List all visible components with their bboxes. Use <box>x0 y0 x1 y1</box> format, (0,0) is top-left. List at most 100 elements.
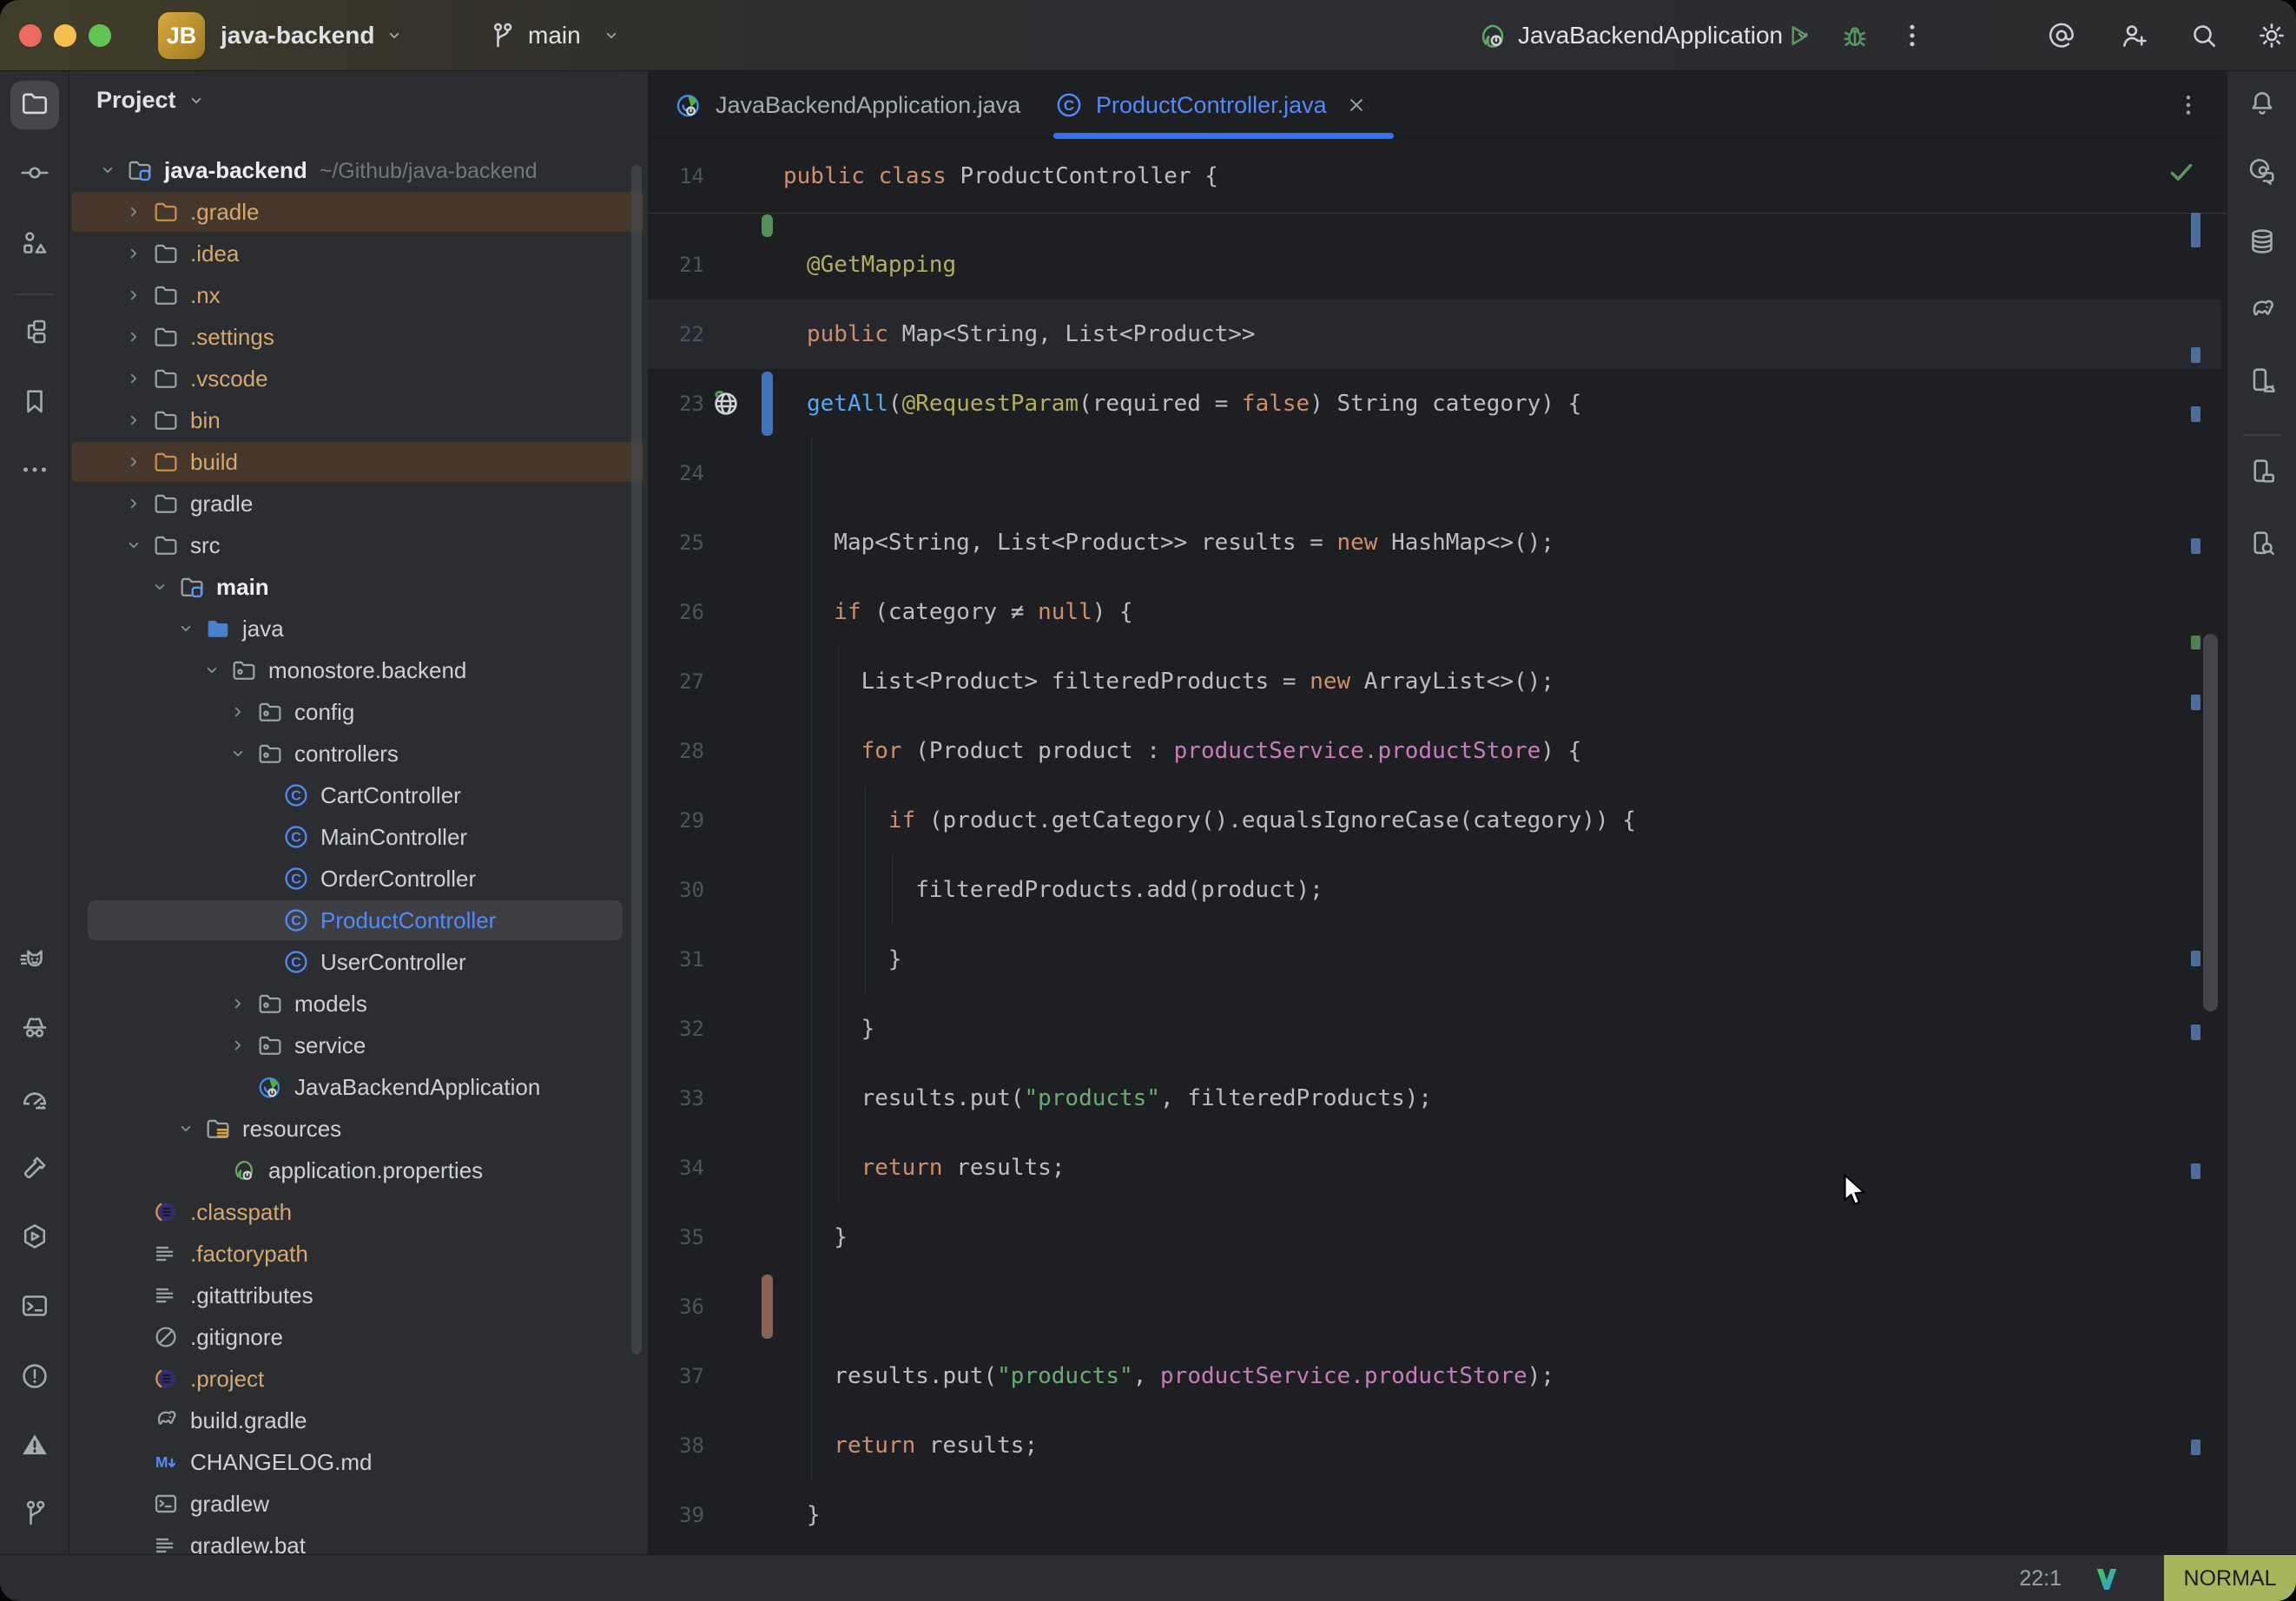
tree-item-gradlew[interactable]: gradlew <box>70 1483 647 1525</box>
tree-item-maincontroller[interactable]: CMainController <box>70 816 647 858</box>
chevron-right-icon[interactable] <box>122 451 145 473</box>
tree-item-changelog-md[interactable]: MCHANGELOG.md <box>70 1441 647 1483</box>
tree-item-usercontroller[interactable]: CUserController <box>70 941 647 983</box>
tool-strip-item-project[interactable] <box>10 81 59 129</box>
window-minimize-button[interactable] <box>54 24 76 47</box>
code-line-29[interactable]: 29 if (product.getCategory().equalsIgnor… <box>648 786 2185 855</box>
chevron-down-icon[interactable] <box>175 617 197 640</box>
tool-strip-item-problems[interactable] <box>10 1354 59 1402</box>
chevron-right-icon[interactable] <box>227 992 249 1015</box>
error-stripe-mark[interactable] <box>2191 1025 2200 1040</box>
tool-strip-item-more-tool-windows[interactable] <box>10 447 59 496</box>
tool-strip-item-ai-cat-plugin[interactable] <box>10 938 59 986</box>
tree-item-gradlew-bat[interactable]: gradlew.bat <box>70 1525 647 1554</box>
tool-strip-item-notifications[interactable] <box>2238 81 2286 129</box>
code-line-22[interactable]: 22public Map<String, List<Product>> <box>648 300 2221 369</box>
chevron-right-icon[interactable] <box>122 201 145 223</box>
code-line-34[interactable]: 34 return results; <box>648 1133 2185 1202</box>
project-tree-scrollbar[interactable] <box>631 165 642 1354</box>
code-with-me-button[interactable] <box>2119 20 2150 51</box>
caret-position[interactable]: 22:1 <box>2019 1555 2062 1601</box>
tree-item--settings[interactable]: .settings <box>70 316 647 358</box>
error-stripe-mark[interactable] <box>2191 406 2200 422</box>
error-stripe-mark[interactable] <box>2191 695 2200 710</box>
chevron-down-icon[interactable] <box>122 534 145 557</box>
tool-strip-item-running-devices[interactable] <box>2238 358 2286 406</box>
tab-javabackendapplication-java[interactable]: JavaBackendApplication.java <box>674 71 1020 139</box>
tree-item-controllers[interactable]: controllers <box>70 733 647 774</box>
tool-strip-item-terminal[interactable] <box>10 1283 59 1332</box>
tool-strip-item-gradle[interactable] <box>2238 288 2286 337</box>
code-line-30[interactable]: 30 filteredProducts.add(product); <box>648 855 2185 925</box>
tool-strip-item-version-control[interactable] <box>10 1491 59 1539</box>
tool-strip-item-layout-inspector[interactable] <box>2238 449 2286 497</box>
tool-strip-item-incognito[interactable] <box>10 1005 59 1053</box>
tree-item-config[interactable]: config <box>70 691 647 733</box>
tree-item-monostore-backend[interactable]: monostore.backend <box>70 649 647 691</box>
debug-button[interactable] <box>1839 20 1870 51</box>
code-line-27[interactable]: 27 List<Product> filteredProducts = new … <box>648 647 2185 716</box>
code-line-23[interactable]: 23getAll(@RequestParam(required = false)… <box>648 369 2185 438</box>
chevron-right-icon[interactable] <box>227 701 249 723</box>
code-line-33[interactable]: 33 results.put("products", filteredProdu… <box>648 1064 2185 1133</box>
chevron-right-icon[interactable] <box>122 326 145 348</box>
tree-item-application-properties[interactable]: application.properties <box>70 1150 647 1191</box>
tree-item-build[interactable]: build <box>70 441 647 483</box>
chevron-down-icon[interactable] <box>96 159 119 181</box>
code-line-31[interactable]: 31 } <box>648 925 2185 994</box>
window-zoom-button[interactable] <box>89 24 111 47</box>
tree-item--idea[interactable]: .idea <box>70 233 647 274</box>
tree-item-build-gradle[interactable]: build.gradle <box>70 1400 647 1441</box>
code-line-39[interactable]: 39} <box>648 1480 2185 1550</box>
tool-strip-item-warnings[interactable] <box>10 1422 59 1471</box>
more-actions-button[interactable] <box>1897 20 1928 51</box>
code-line-24[interactable]: 24 <box>648 438 2185 508</box>
tree-item-resources[interactable]: resources <box>70 1108 647 1150</box>
tree-item--gitignore[interactable]: .gitignore <box>70 1316 647 1358</box>
tool-strip-item-build[interactable] <box>10 1145 59 1194</box>
tree-item--classpath[interactable]: .classpath <box>70 1191 647 1233</box>
tab-productcontroller-java[interactable]: CProductController.java <box>1054 71 1369 139</box>
tree-item-main[interactable]: main <box>70 566 647 608</box>
chevron-right-icon[interactable] <box>227 1034 249 1057</box>
close-icon[interactable] <box>1344 93 1369 117</box>
tool-strip-item-structure[interactable] <box>10 221 59 269</box>
error-stripe-mark[interactable] <box>2191 1163 2200 1179</box>
chevron-down-icon[interactable] <box>227 742 249 765</box>
code-line-36[interactable]: 36 <box>648 1272 2185 1341</box>
tree-item--gradle[interactable]: .gradle <box>70 191 647 233</box>
code-line-35[interactable]: 35 } <box>648 1202 2185 1272</box>
code-rows[interactable]: 21@GetMapping22public Map<String, List<P… <box>648 214 2227 1554</box>
chevron-right-icon[interactable] <box>122 409 145 432</box>
code-line-38[interactable]: 38 return results; <box>648 1411 2185 1480</box>
tree-item--gitattributes[interactable]: .gitattributes <box>70 1275 647 1316</box>
tree-item--nx[interactable]: .nx <box>70 274 647 316</box>
tree-item-src[interactable]: src <box>70 524 647 566</box>
tool-strip-item-profiler[interactable] <box>10 1077 59 1125</box>
tree-item-models[interactable]: models <box>70 983 647 1025</box>
search-everywhere-button[interactable] <box>2188 20 2220 51</box>
chevron-right-icon[interactable] <box>122 492 145 515</box>
tree-item-service[interactable]: service <box>70 1025 647 1066</box>
vim-mode-badge[interactable]: NORMAL <box>2164 1555 2296 1601</box>
error-stripe-mark[interactable] <box>2191 636 2200 649</box>
code-line-37[interactable]: 37 results.put("products", productServic… <box>648 1341 2185 1411</box>
chevron-down-icon[interactable] <box>201 659 223 682</box>
error-stripe-mark[interactable] <box>2191 951 2200 966</box>
tool-strip-item-commit[interactable] <box>10 150 59 199</box>
tree-item-ordercontroller[interactable]: COrderController <box>70 858 647 899</box>
tool-strip-item-services[interactable] <box>10 1214 59 1262</box>
chevron-down-icon[interactable] <box>175 1117 197 1140</box>
run-configuration-selector[interactable]: JavaBackendApplication <box>1476 0 1814 71</box>
chevron-down-icon[interactable] <box>148 576 171 598</box>
inspections-ok-icon[interactable] <box>2166 156 2197 188</box>
tool-strip-item-device-explorer[interactable] <box>2238 521 2286 570</box>
error-stripe-mark[interactable] <box>2191 538 2200 554</box>
tree-item--vscode[interactable]: .vscode <box>70 358 647 399</box>
branch-selector[interactable]: main <box>486 0 623 71</box>
tree-item-bin[interactable]: bin <box>70 399 647 441</box>
tool-strip-item-tool-windows[interactable] <box>10 309 59 358</box>
code-line-25[interactable]: 25 Map<String, List<Product>> results = … <box>648 508 2185 577</box>
chevron-right-icon[interactable] <box>122 367 145 390</box>
window-close-button[interactable] <box>19 24 42 47</box>
